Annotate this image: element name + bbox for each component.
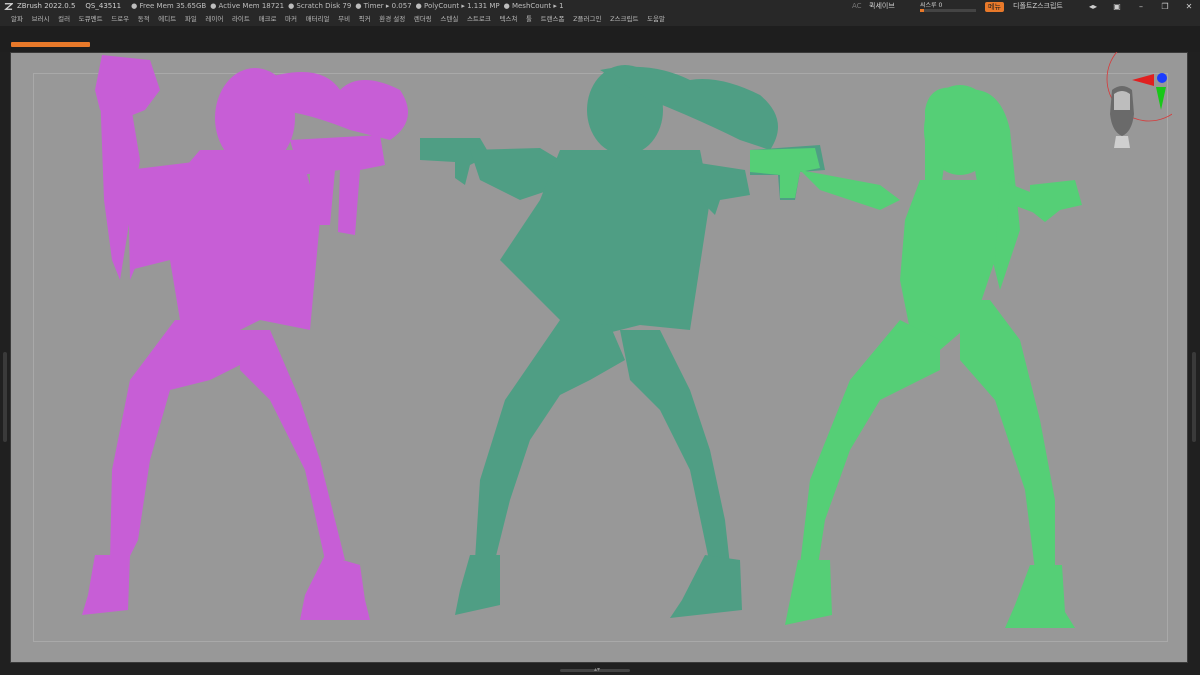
navigation-gizmo[interactable] (1104, 52, 1172, 148)
y-axis-icon[interactable] (1156, 87, 1166, 110)
see-through-fill (920, 8, 925, 12)
see-through-slider[interactable]: 씨스루 0 (920, 0, 978, 13)
maximize-icon[interactable]: ❐ (1160, 0, 1170, 13)
left-tray-handle[interactable] (3, 352, 7, 442)
main-menu-bar: 알파 브러시 컬러 도큐멘트 드로우 동적 에디트 파일 레이어 라이트 매크로 마커 매터리얼 무비 픽커… (0, 13, 1200, 26)
menu-item[interactable]: 트랜스폼 (541, 13, 565, 26)
menu-item[interactable]: 드로우 (111, 13, 129, 26)
menu-item[interactable]: 도큐멘트 (79, 13, 103, 26)
head-orientation-icon[interactable] (1110, 86, 1134, 148)
left-tray[interactable] (0, 52, 10, 663)
menu-item[interactable]: 동적 (138, 13, 150, 26)
menu-item[interactable]: 환경 설정 (379, 13, 405, 26)
x-axis-icon[interactable] (1132, 74, 1154, 86)
default-zscript-button[interactable]: 디폴트Z스크립트 (1013, 0, 1063, 13)
menu-item[interactable]: 파일 (185, 13, 197, 26)
menu-item[interactable]: 매크로 (259, 13, 277, 26)
zbrush-logo-icon (4, 3, 13, 10)
polycount-stat: ● PolyCount ▸ 1.131 MP (415, 2, 500, 10)
menu-item[interactable]: Z플러그인 (573, 13, 601, 26)
right-tray-handle[interactable] (1192, 352, 1196, 442)
app-version: ZBrush 2022.0.5 (17, 2, 76, 10)
menu-item[interactable]: 에디트 (158, 13, 176, 26)
meshcount-stat: ● MeshCount ▸ 1 (503, 2, 564, 10)
menu-button[interactable]: 메뉴 (985, 1, 1004, 12)
menu-item[interactable]: 무비 (338, 13, 350, 26)
transparent-icon[interactable]: ▣ (1112, 0, 1122, 13)
active-shelf-tab[interactable] (11, 42, 90, 47)
menu-item[interactable]: 도움말 (647, 13, 665, 26)
menu-item[interactable]: 픽커 (359, 13, 371, 26)
see-through-label: 씨스루 0 (920, 1, 943, 9)
menu-item[interactable]: 컬러 (58, 13, 70, 26)
toolbar-shelf (0, 26, 1200, 50)
menu-item[interactable]: 브러시 (32, 13, 50, 26)
scratch-disk-stat: ● Scratch Disk 79 (288, 2, 352, 10)
menu-item[interactable]: Z스크립트 (610, 13, 638, 26)
menu-item[interactable]: 스트로크 (467, 13, 491, 26)
see-through-track[interactable] (920, 8, 976, 12)
bottom-tray-arrow-icon[interactable]: ▴▾ (594, 666, 600, 673)
menu-item[interactable]: 매터리얼 (306, 13, 330, 26)
menu-item[interactable]: 알파 (11, 13, 23, 26)
menu-item[interactable]: 텍스쳐 (499, 13, 517, 26)
menu-item[interactable]: 렌더링 (414, 13, 432, 26)
active-mem-stat: ● Active Mem 18721 (210, 2, 285, 10)
timer-stat: ● Timer ▸ 0.057 (355, 2, 412, 10)
right-tray[interactable] (1188, 52, 1200, 663)
document-bounds (33, 73, 1168, 642)
minimize-icon[interactable]: – (1136, 0, 1146, 13)
close-icon[interactable]: ✕ (1184, 0, 1194, 13)
z-axis-icon[interactable] (1157, 73, 1167, 83)
project-name: QS_43511 (85, 2, 122, 10)
title-bar: ZBrush 2022.0.5 QS_43511 ● Free Mem 35.6… (0, 0, 1200, 13)
menu-item[interactable]: 레이어 (205, 13, 223, 26)
ac-indicator[interactable]: AC (852, 0, 862, 13)
free-mem-stat: ● Free Mem 35.65GB (131, 2, 207, 10)
undock-icon[interactable]: ◂▸ (1088, 0, 1098, 13)
quicksave-button[interactable]: 퀵세이브 (869, 0, 895, 13)
menu-item[interactable]: 라이트 (232, 13, 250, 26)
menu-item[interactable]: 마커 (285, 13, 297, 26)
menu-item[interactable]: 툴 (526, 13, 532, 26)
menu-item[interactable]: 스텐실 (440, 13, 458, 26)
